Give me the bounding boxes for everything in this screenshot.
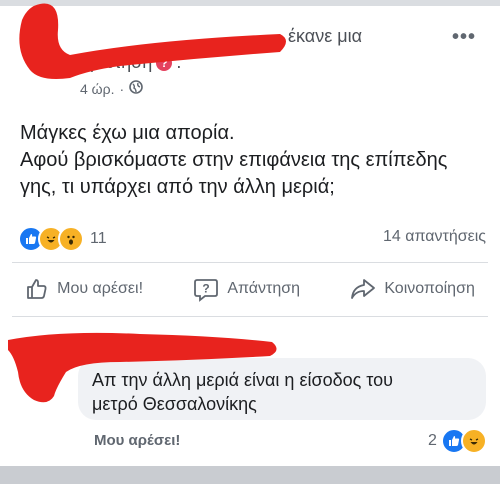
more-options-icon[interactable]: ••• [452, 26, 476, 49]
comment-text-line: Απ την άλλη μεριά είναι η είσοδος του [92, 370, 394, 390]
post-body: Μάγκες έχω μια απορία. Αφού βρισκόμαστε … [20, 120, 490, 201]
post-time[interactable]: 4 ώρ. [80, 81, 114, 97]
like-button[interactable]: Μου αρέσει! [25, 277, 143, 301]
like-button-label: Μου αρέσει! [57, 280, 144, 297]
post-header-action: έκανε μια [288, 26, 363, 46]
post-text-line: γης, τι υπάρχει από την άλλη μεριά; [20, 176, 335, 198]
post-reaction-count: 11 [90, 230, 107, 247]
comment-reaction-count: 2 [428, 432, 437, 449]
post-text-line: Αφού βρισκόμαστε στην επιφάνεια της επίπ… [20, 149, 448, 171]
post-header-line2: ερώτηση ? . [82, 52, 181, 73]
answer-button-label: Απάντηση [227, 280, 301, 297]
share-arrow-icon [350, 277, 376, 301]
post-action-bar: Μου αρέσει! ? Απάντηση Κοινοποίηση [0, 276, 500, 302]
wow-reaction-icon [58, 226, 84, 252]
post-reactions[interactable]: 11 [18, 226, 107, 252]
comment-text-line: μετρό Θεσσαλονίκης [92, 394, 257, 414]
svg-text:?: ? [203, 282, 210, 296]
comment-like-button[interactable]: Μου αρέσει! [94, 432, 180, 449]
haha-reaction-icon [460, 428, 487, 454]
divider [12, 262, 488, 263]
share-button-label: Κοινοποίηση [384, 280, 475, 297]
answers-count[interactable]: 14 απαντήσεις [383, 228, 486, 246]
comment-body: Απ την άλλη μεριά είναι η είσοδος του με… [92, 368, 393, 416]
post-meta: 4 ώρ. · [80, 80, 143, 97]
top-strip [0, 0, 500, 6]
meta-separator: · [119, 80, 125, 97]
post-header-dot: . [176, 52, 182, 72]
bottom-strip [0, 466, 500, 484]
post-header-question: ερώτηση [82, 52, 153, 72]
thumbs-up-icon [25, 277, 49, 301]
globe-icon [129, 80, 143, 97]
question-bubble-icon: ? [193, 276, 219, 302]
comment-reactions[interactable]: 2 [428, 428, 487, 454]
divider [12, 316, 488, 317]
post-text-line: Μάγκες έχω μια απορία. [20, 122, 235, 144]
share-button[interactable]: Κοινοποίηση [350, 277, 475, 301]
question-badge-icon: ? [156, 54, 173, 71]
answer-button[interactable]: ? Απάντηση [193, 276, 300, 302]
